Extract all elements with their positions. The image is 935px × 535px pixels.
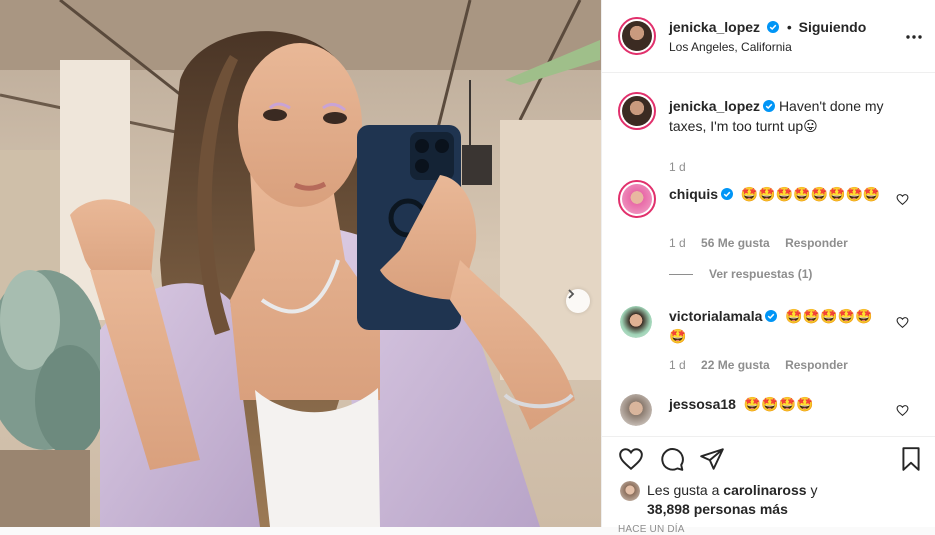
more-options-icon[interactable] — [905, 28, 923, 46]
comment-text-block: chiquis 🤩🤩🤩🤩🤩🤩🤩🤩 — [669, 184, 889, 204]
reply-button[interactable]: Responder — [785, 236, 848, 250]
comment-like-heart-icon[interactable] — [896, 193, 909, 206]
commenter-username[interactable]: chiquis — [669, 186, 718, 202]
comment-text-block: victorialamala 🤩🤩🤩🤩🤩🤩 — [669, 306, 889, 346]
commenter-username[interactable]: victorialamala — [669, 308, 762, 324]
comment-text: 🤩🤩🤩🤩🤩🤩🤩🤩 — [740, 186, 881, 202]
replies-divider — [669, 273, 693, 275]
following-button[interactable]: Siguiendo — [799, 19, 867, 35]
comment-like-heart-icon[interactable] — [896, 316, 909, 329]
post-side-panel: jenicka_lopez • Siguiendo Los Angeles, C… — [601, 0, 935, 535]
post-date[interactable]: HACE UN DÍA — [618, 524, 685, 535]
post-caption: jenicka_lopez Haven't done my taxes, I'm… — [602, 88, 935, 174]
author-line: jenicka_lopez • Siguiendo — [669, 19, 866, 35]
comment-text-block: jessosa18 🤩🤩🤩🤩 — [669, 394, 889, 414]
heart-icon[interactable] — [618, 446, 644, 472]
likes-count[interactable]: 38,898 personas más — [647, 501, 788, 517]
comment-item: chiquis 🤩🤩🤩🤩🤩🤩🤩🤩 1 d 56 Me gusta Respond… — [602, 178, 935, 258]
post-photo[interactable] — [0, 0, 601, 527]
comments-list[interactable]: jenicka_lopez Haven't done my taxes, I'm… — [602, 74, 935, 436]
commenter-username[interactable]: jessosa18 — [669, 396, 736, 412]
comment-age[interactable]: 1 d — [669, 358, 686, 372]
comment-item: jessosa18 🤩🤩🤩🤩 — [602, 392, 935, 436]
chevron-right-icon — [568, 289, 575, 299]
post-dialog: jenicka_lopez • Siguiendo Los Angeles, C… — [0, 0, 935, 535]
share-icon[interactable] — [699, 446, 725, 472]
comment-meta: 1 d 56 Me gusta Responder — [669, 236, 860, 250]
commenter-avatar[interactable] — [618, 180, 656, 218]
commenter-avatar[interactable] — [620, 306, 652, 338]
comment-like-heart-icon[interactable] — [896, 404, 909, 417]
post-header: jenicka_lopez • Siguiendo Los Angeles, C… — [602, 0, 935, 73]
author-avatar[interactable] — [618, 17, 656, 55]
reply-button[interactable]: Responder — [785, 358, 848, 372]
verified-badge-icon — [763, 100, 776, 112]
view-replies-button[interactable]: Ver respuestas (1) — [669, 267, 812, 281]
liker-avatar[interactable] — [620, 481, 640, 501]
post-location[interactable]: Los Angeles, California — [669, 40, 792, 54]
verified-badge-icon — [766, 21, 779, 33]
likes-summary: Les gusta a carolinaross y 38,898 person… — [647, 481, 817, 519]
photo-illustration — [0, 0, 601, 527]
likes-connector: y — [810, 482, 818, 498]
comment-likes[interactable]: 56 Me gusta — [701, 236, 770, 250]
bookmark-icon[interactable] — [898, 446, 924, 472]
post-actions: Les gusta a carolinaross y 38,898 person… — [602, 436, 935, 535]
caption-meta: 1 d — [669, 160, 698, 174]
verified-badge-icon — [721, 188, 734, 200]
comment-likes[interactable]: 22 Me gusta — [701, 358, 770, 372]
comment-icon[interactable] — [659, 446, 685, 472]
verified-badge-icon — [765, 310, 778, 322]
caption-username[interactable]: jenicka_lopez — [669, 98, 760, 114]
header-separator: • — [786, 19, 792, 35]
comment-age[interactable]: 1 d — [669, 236, 686, 250]
author-username[interactable]: jenicka_lopez — [669, 19, 760, 35]
likes-prefix: Les gusta a — [647, 482, 720, 498]
caption-text-block: jenicka_lopez Haven't done my taxes, I'm… — [669, 96, 889, 136]
next-photo-button[interactable] — [566, 289, 590, 313]
comment-text: 🤩🤩🤩🤩 — [743, 396, 814, 412]
commenter-avatar[interactable] — [620, 394, 652, 426]
view-replies-label: Ver respuestas (1) — [709, 267, 813, 281]
comment-item: victorialamala 🤩🤩🤩🤩🤩🤩 1 d 22 Me gusta Re… — [602, 304, 935, 374]
liker-username[interactable]: carolinaross — [723, 482, 806, 498]
comment-meta: 1 d 22 Me gusta Responder — [669, 358, 860, 372]
caption-avatar[interactable] — [618, 92, 656, 130]
caption-age[interactable]: 1 d — [669, 160, 686, 174]
